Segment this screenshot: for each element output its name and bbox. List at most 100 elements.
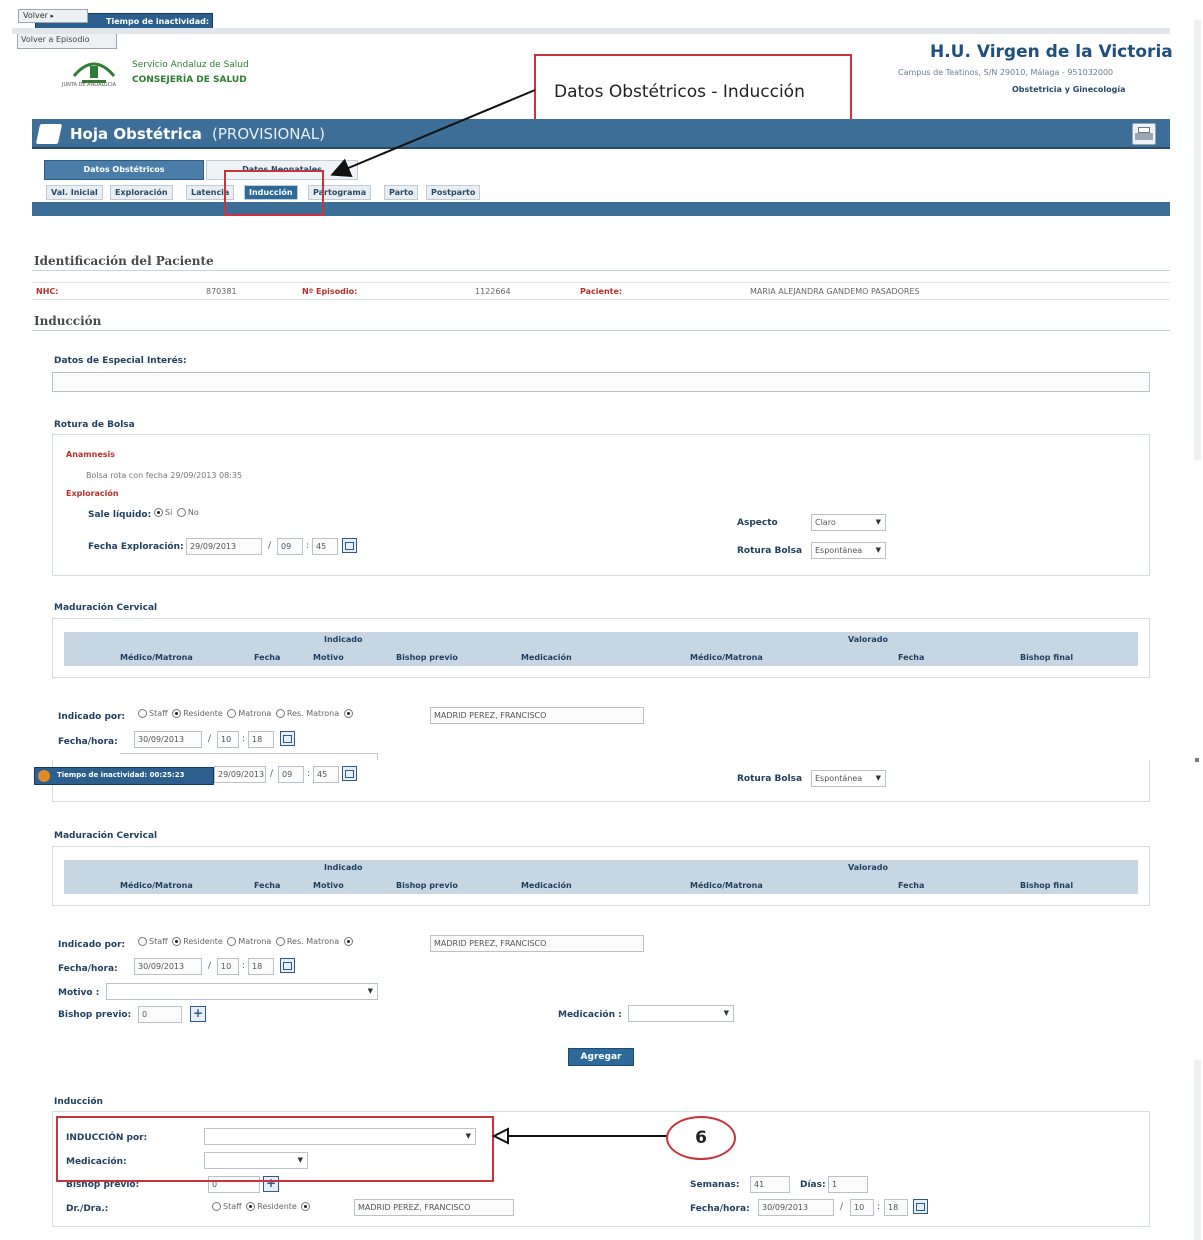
special-interest-field[interactable]: [52, 372, 1150, 392]
document-icon: [35, 124, 63, 144]
scrollbar-track[interactable]: [1194, 20, 1201, 460]
radio-residente[interactable]: [246, 1202, 256, 1211]
radio-staff[interactable]: [138, 937, 147, 946]
rotura-section-title: Rotura de Bolsa: [54, 420, 135, 430]
tab-val-inicial[interactable]: Val. Inicial: [46, 185, 103, 200]
scrollbar-track[interactable]: [1194, 1060, 1201, 1240]
maduracion2-title: Maduración Cervical: [54, 831, 158, 841]
radio-doctor[interactable]: [301, 1202, 311, 1211]
fecha-exploracion-hour[interactable]: 09: [277, 538, 303, 555]
fecha-exploracion-date[interactable]: 29/09/2013: [186, 538, 262, 555]
divider: [32, 330, 1170, 331]
separator-slash: /: [268, 541, 272, 551]
radio-residente[interactable]: [172, 937, 182, 946]
separator-colon: :: [307, 769, 311, 779]
radio-no[interactable]: [176, 508, 186, 517]
semanas-label: Semanas:: [690, 1180, 740, 1190]
radio-res-matrona[interactable]: [275, 709, 285, 718]
radio-staff[interactable]: [212, 1202, 221, 1211]
printer-icon[interactable]: [1132, 123, 1156, 145]
col-bishop-final: Bishop final: [1020, 881, 1074, 890]
induccion-highlight-box: [56, 1116, 494, 1182]
tab-underline-bar: [32, 202, 1170, 216]
col-bishop-final: Bishop final: [1020, 653, 1074, 662]
overlay-rotura-select[interactable]: Espontánea: [811, 770, 886, 787]
radio-matrona-label: Matrona: [238, 709, 272, 718]
overlay-rotura-label: Rotura Bolsa: [737, 774, 803, 784]
back-button-label: Volver: [23, 11, 48, 20]
calendar-icon[interactable]: [342, 766, 357, 781]
dias-field[interactable]: 1: [828, 1176, 868, 1193]
indicado2-doctor-field[interactable]: MADRID PEREZ, FRANCISCO: [430, 935, 644, 952]
aspecto-label: Aspecto: [737, 518, 778, 528]
separator-slash: /: [208, 734, 212, 744]
sale-liquido-options: Sí No: [152, 508, 199, 517]
radio-staff[interactable]: [138, 709, 147, 718]
semanas-field[interactable]: 41: [750, 1176, 790, 1193]
separator-slash: /: [208, 961, 212, 971]
overlay-fecha-date[interactable]: 29/09/2013: [214, 766, 266, 783]
induccion-fecha-date[interactable]: 30/09/2013: [758, 1199, 834, 1216]
induccion-form-title: Inducción: [54, 1097, 103, 1107]
indicado-doctor-field[interactable]: MADRID PEREZ, FRANCISCO: [430, 707, 644, 724]
induccion-fecha-hour[interactable]: 10: [850, 1199, 874, 1216]
motivo-select[interactable]: [106, 983, 378, 1000]
radio-matrona[interactable]: [227, 937, 237, 946]
medicacion-select[interactable]: [628, 1005, 734, 1022]
radio-doctor[interactable]: [343, 937, 353, 946]
calendar-icon[interactable]: [280, 958, 295, 973]
upper-tab-label: Datos Obstétricos: [83, 165, 165, 174]
radio-res-matrona-label: Res. Matrona: [286, 937, 340, 946]
rotura-bolsa-select[interactable]: Espontánea: [811, 542, 886, 559]
overlay-fecha-minute[interactable]: 45: [313, 766, 339, 783]
group-indicado: Indicado: [324, 863, 363, 872]
calendar-icon[interactable]: [280, 731, 295, 746]
radio-matrona[interactable]: [227, 709, 237, 718]
divider: [32, 270, 1170, 271]
col-medicacion: Medicación: [521, 653, 572, 662]
separator-colon: :: [877, 1202, 881, 1212]
back-button[interactable]: Volver ▸: [18, 9, 88, 23]
fecha-hora-hour[interactable]: 10: [217, 731, 239, 748]
fecha-exploracion-minute[interactable]: 45: [312, 538, 338, 555]
separator-slash: /: [270, 769, 274, 779]
plus-icon[interactable]: +: [190, 1006, 206, 1022]
maduracion-title: Maduración Cervical: [54, 603, 158, 613]
radio-si[interactable]: [154, 508, 163, 517]
fecha-hora-date[interactable]: 30/09/2013: [134, 731, 202, 748]
indicado2-options: Staff Residente Matrona Res. Matrona: [136, 937, 355, 946]
col-fecha: Fecha: [254, 881, 281, 890]
motivo-label: Motivo :: [58, 988, 100, 998]
col-medico: Médico/Matrona: [120, 653, 193, 662]
radio-matrona-label: Matrona: [238, 937, 272, 946]
dr-field[interactable]: MADRID PEREZ, FRANCISCO: [354, 1199, 514, 1216]
bishop-previo-field[interactable]: 0: [138, 1006, 182, 1023]
bishop-previo-label: Bishop previo:: [58, 1010, 132, 1020]
inactivity-tooltip-2: Tiempo de inactividad: 00:25:23: [34, 767, 214, 785]
separator-colon: :: [242, 961, 246, 971]
separator-slash: /: [840, 1202, 844, 1212]
col-motivo: Motivo: [313, 881, 344, 890]
induccion-fecha-minute[interactable]: 18: [884, 1199, 908, 1216]
radio-doctor[interactable]: [343, 709, 353, 718]
radio-residente-label: Residente: [183, 709, 223, 718]
callout-six-arrow: [491, 1127, 668, 1145]
overlay-fecha-hour[interactable]: 09: [278, 766, 304, 783]
radio-residente[interactable]: [172, 709, 182, 718]
fecha-hora2-date[interactable]: 30/09/2013: [134, 958, 202, 975]
radio-res-matrona[interactable]: [275, 937, 285, 946]
calendar-icon[interactable]: [342, 538, 357, 553]
fecha-hora-minute[interactable]: 18: [248, 731, 274, 748]
fecha-hora2-hour[interactable]: 10: [217, 958, 239, 975]
aspecto-select[interactable]: Claro: [811, 514, 886, 531]
org-line-1: Servicio Andaluz de Salud: [132, 60, 249, 70]
induccion-fecha-label: Fecha/hora:: [690, 1204, 750, 1214]
agregar-button[interactable]: Agregar: [568, 1048, 634, 1066]
tab-exploracion[interactable]: Exploración: [110, 185, 173, 200]
nhc-label: NHC:: [36, 287, 59, 296]
fecha-hora2-minute[interactable]: 18: [248, 958, 274, 975]
radio-staff-label: Staff: [149, 937, 168, 946]
group-indicado: Indicado: [324, 635, 363, 644]
calendar-icon[interactable]: [913, 1199, 928, 1214]
upper-tab-datos-obstetricos[interactable]: Datos Obstétricos: [44, 160, 204, 180]
